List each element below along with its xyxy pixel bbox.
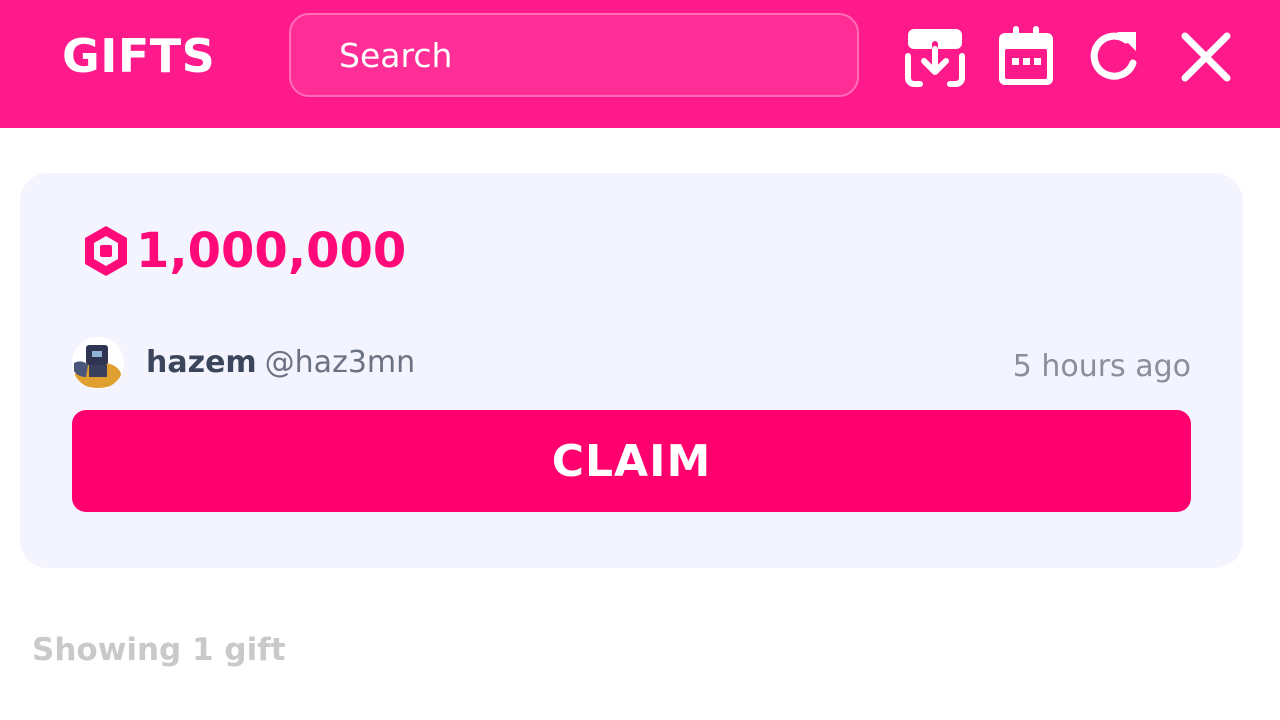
- close-button[interactable]: [1176, 26, 1236, 88]
- gift-card: 1,000,000 hazem @haz3mn 5 hours ago CLAIM: [20, 173, 1243, 568]
- page-title: GIFTS: [62, 29, 216, 83]
- refresh-button[interactable]: [1086, 26, 1146, 88]
- gift-timestamp: 5 hours ago: [1012, 349, 1191, 384]
- sender-handle: @haz3mn: [264, 345, 416, 380]
- calendar-icon: [999, 26, 1053, 85]
- sender-name: hazem: [146, 345, 257, 380]
- download-button[interactable]: [905, 26, 965, 88]
- refresh-icon: [1090, 32, 1137, 80]
- header-bar: GIFTS: [0, 0, 1280, 128]
- robux-icon: [85, 226, 127, 276]
- avatar: [72, 337, 124, 389]
- avatar-image: [72, 337, 124, 389]
- claim-button[interactable]: CLAIM: [72, 410, 1191, 512]
- gift-amount: 1,000,000: [136, 223, 407, 279]
- gift-count-status: Showing 1 gift: [32, 632, 286, 668]
- sender-info: hazem @haz3mn: [146, 343, 415, 383]
- close-icon: [1181, 32, 1231, 82]
- search-input[interactable]: [289, 13, 859, 97]
- download-icon: [905, 29, 965, 87]
- calendar-button[interactable]: [996, 26, 1056, 88]
- gift-amount-row: 1,000,000: [80, 221, 406, 281]
